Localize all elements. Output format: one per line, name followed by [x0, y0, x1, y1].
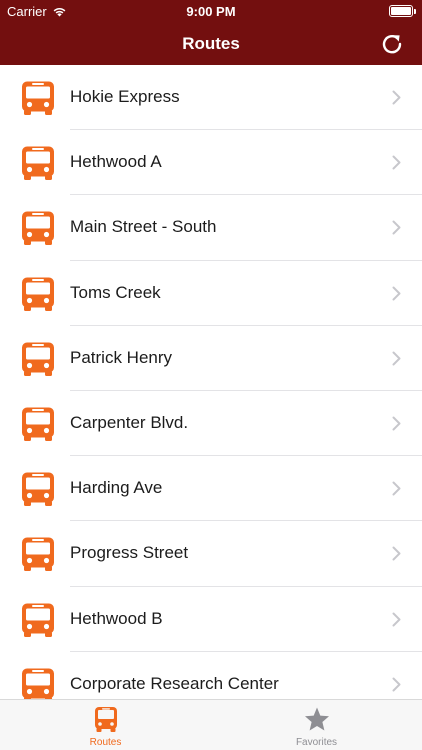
bus-icon: [22, 603, 54, 637]
bus-icon: [22, 407, 54, 441]
route-label: Corporate Research Center: [70, 673, 279, 693]
star-icon: [304, 707, 329, 731]
chevron-right-icon: [392, 286, 401, 301]
status-bar: Carrier 9:00 PM: [0, 0, 422, 22]
route-row[interactable]: Hethwood B: [0, 587, 422, 652]
bus-icon: [94, 707, 117, 732]
route-label: Main Street - South: [70, 217, 217, 237]
bus-icon: [22, 472, 54, 507]
route-row[interactable]: Hokie Express: [0, 65, 422, 131]
route-label: Hethwood B: [70, 608, 163, 628]
route-label: Harding Ave: [70, 478, 163, 498]
route-label: Carpenter Blvd.: [70, 412, 189, 432]
tab-favorites[interactable]: Favorites: [211, 700, 422, 750]
route-row[interactable]: Carpenter Blvd.: [0, 391, 422, 457]
route-row[interactable]: Patrick Henry: [0, 326, 422, 392]
chevron-right-icon: [392, 612, 401, 626]
route-list: Hokie Express Hethwood A Main Street - Sou…: [0, 65, 422, 699]
route-row[interactable]: Main Street - South: [0, 195, 422, 261]
chevron-right-icon: [392, 155, 401, 170]
route-label: Hethwood A: [70, 152, 162, 172]
chevron-right-icon: [392, 416, 401, 431]
bus-icon: [22, 211, 54, 246]
route-row[interactable]: Corporate Research Center: [0, 652, 422, 699]
navigation-header: Carrier 9:00 PM Routes: [0, 0, 422, 65]
chevron-right-icon: [392, 220, 401, 235]
chevron-right-icon: [392, 90, 401, 105]
bus-icon: [22, 668, 54, 699]
route-row[interactable]: Progress Street: [0, 521, 422, 587]
chevron-right-icon: [392, 351, 401, 366]
route-label: Patrick Henry: [70, 347, 173, 367]
tab-routes[interactable]: Routes: [0, 700, 211, 750]
chevron-right-icon: [392, 481, 401, 496]
bus-icon: [22, 537, 54, 572]
chevron-right-icon: [392, 546, 401, 561]
battery-icon: [389, 5, 416, 17]
route-row[interactable]: Harding Ave: [0, 456, 422, 522]
route-label: Hokie Express: [70, 87, 180, 106]
route-label: Toms Creek: [70, 282, 161, 302]
page-title: Routes: [182, 34, 240, 53]
bus-icon: [22, 277, 54, 311]
bus-icon: [22, 81, 54, 115]
tab-favorites-label: Favorites: [295, 737, 338, 748]
bus-icon: [22, 146, 54, 181]
bus-icon: [22, 342, 54, 376]
refresh-icon[interactable]: [380, 32, 404, 56]
status-time: 9:00 PM: [186, 4, 236, 19]
chevron-right-icon: [392, 677, 401, 692]
route-label: Progress Street: [70, 543, 189, 563]
tab-bar: Routes Favorites: [0, 699, 422, 750]
route-row[interactable]: Hethwood A: [0, 130, 422, 196]
route-row[interactable]: Toms Creek: [0, 261, 422, 326]
tab-routes-label: Routes: [89, 737, 122, 748]
